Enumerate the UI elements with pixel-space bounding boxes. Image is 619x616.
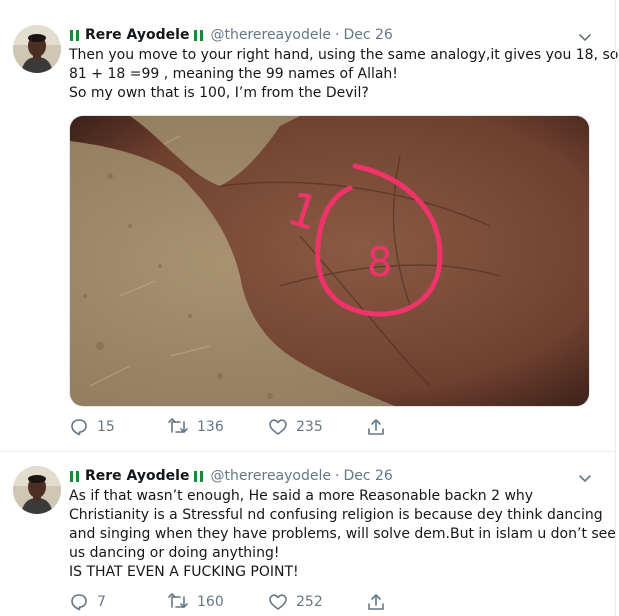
tweet-text-line: us dancing or doing anything! — [69, 545, 280, 561]
tweet-text-line: Christianity is a Stressful nd confusing… — [69, 507, 603, 523]
tweet-image[interactable]: 1 8 — [69, 115, 590, 407]
display-name[interactable]: Rere Ayodele — [85, 468, 189, 484]
tweet-header: Rere Ayodele @therereayodele · Dec 26 — [69, 466, 393, 486]
share-button[interactable] — [366, 416, 386, 438]
tweet-date[interactable]: Dec 26 — [343, 27, 392, 43]
retweet-count: 136 — [197, 419, 224, 435]
reply-count: 15 — [97, 419, 115, 435]
retweet-icon — [168, 593, 188, 608]
tweet-text: As if that wasn’t enough, He said a more… — [69, 487, 616, 582]
reply-count: 7 — [97, 594, 106, 610]
nigeria-flag-icon — [193, 29, 205, 41]
like-button[interactable]: 235 — [268, 416, 323, 438]
retweet-count: 160 — [197, 594, 224, 610]
share-icon — [368, 594, 384, 610]
share-icon — [368, 419, 384, 435]
display-name[interactable]: Rere Ayodele — [85, 27, 189, 43]
reply-icon — [71, 419, 87, 436]
annotation-digit-8: 8 — [367, 240, 392, 286]
retweet-button[interactable]: 160 — [167, 591, 224, 613]
user-handle[interactable]: @therereayodele — [210, 468, 331, 484]
separator-dot: · — [334, 27, 340, 43]
like-count: 235 — [296, 419, 323, 435]
tweet-text-line: 81 + 18 =99 , meaning the 99 names of Al… — [69, 66, 398, 82]
separator-dot: · — [334, 468, 340, 484]
chevron-down-icon[interactable] — [577, 29, 593, 45]
tweet-text-line: Then you move to your right hand, using … — [69, 47, 619, 63]
reply-button[interactable]: 15 — [69, 416, 115, 438]
nigeria-flag-icon — [193, 470, 205, 482]
nigeria-flag-icon — [69, 29, 81, 41]
retweet-button[interactable]: 136 — [167, 416, 224, 438]
tweet-text-line: As if that wasn’t enough, He said a more… — [69, 488, 534, 504]
chevron-down-icon[interactable] — [577, 470, 593, 486]
tweet-date[interactable]: Dec 26 — [343, 468, 392, 484]
column-border — [615, 0, 616, 616]
tweet-timeline: Rere Ayodele @therereayodele · Dec 26 Th… — [0, 0, 619, 616]
tweet-text-line: So my own that is 100, I’m from the Devi… — [69, 85, 369, 101]
user-handle[interactable]: @therereayodele — [210, 27, 331, 43]
like-button[interactable]: 252 — [268, 591, 323, 613]
reply-button[interactable]: 7 — [69, 591, 106, 613]
palm-photo: 1 8 — [70, 116, 589, 406]
share-button[interactable] — [366, 591, 386, 613]
reply-icon — [71, 594, 87, 611]
avatar[interactable] — [13, 25, 61, 73]
like-count: 252 — [296, 594, 323, 610]
avatar[interactable] — [13, 466, 61, 514]
tweet-header: Rere Ayodele @therereayodele · Dec 26 — [69, 25, 393, 45]
tweet-text: Then you move to your right hand, using … — [69, 46, 619, 103]
retweet-icon — [168, 418, 188, 433]
like-icon — [269, 419, 287, 435]
tweet-text-line: and singing when they have problems, wil… — [69, 526, 616, 542]
tweet-text-line: IS THAT EVEN A FUCKING POINT! — [69, 564, 299, 580]
nigeria-flag-icon — [69, 470, 81, 482]
like-icon — [269, 594, 287, 610]
